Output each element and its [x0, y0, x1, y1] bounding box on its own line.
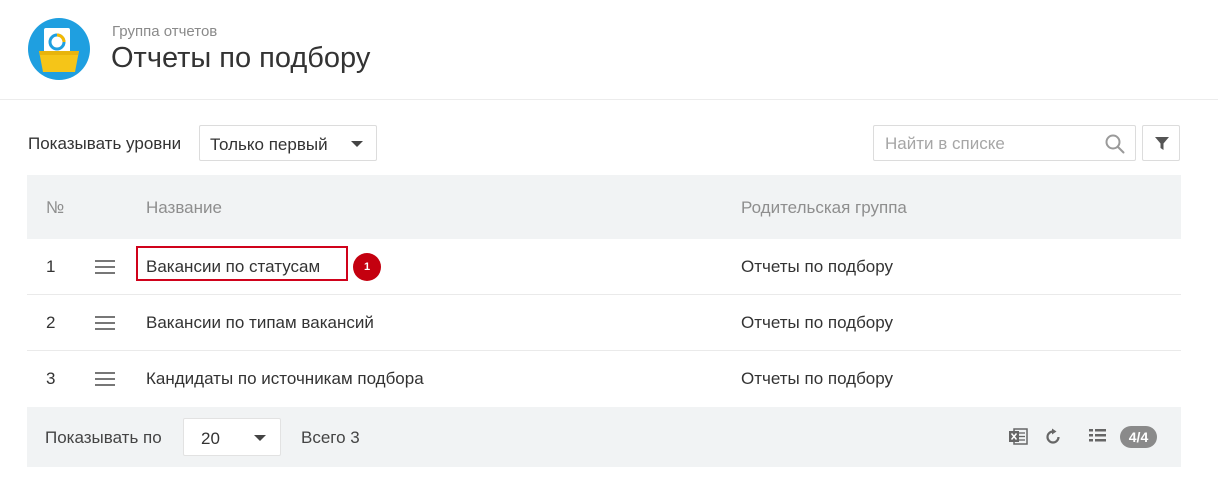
- search-input[interactable]: [885, 134, 1095, 154]
- filter-icon: [1155, 137, 1169, 150]
- row-parent-group: Отчеты по подбору: [741, 369, 894, 388]
- refresh-icon[interactable]: [1044, 428, 1062, 446]
- chevron-down-icon: [254, 435, 266, 441]
- per-page-dropdown[interactable]: 20: [183, 418, 281, 456]
- row-parent-group: Отчеты по подбору: [741, 313, 894, 332]
- per-page-label: Показывать по: [45, 428, 162, 447]
- reports-table: № Название Родительская группа 1 Ваканси…: [27, 175, 1181, 406]
- report-name-link[interactable]: Кандидаты по источникам подбора: [146, 369, 424, 389]
- table-row[interactable]: 1 Вакансии по статусам 1 Отчеты по подбо…: [27, 239, 1181, 295]
- group-label: Группа отчетов: [112, 23, 218, 40]
- levels-dropdown[interactable]: Только первый: [199, 125, 377, 161]
- menu-icon[interactable]: [95, 316, 115, 334]
- levels-label: Показывать уровни: [28, 134, 182, 153]
- row-number: 1: [46, 257, 56, 276]
- search-icon[interactable]: [1105, 134, 1125, 154]
- header-divider: [0, 99, 1218, 100]
- step-badge: 1: [353, 253, 381, 281]
- excel-export-icon[interactable]: [1009, 428, 1028, 445]
- folder-report-icon: [28, 18, 90, 80]
- levels-dropdown-value: Только первый: [210, 135, 328, 154]
- menu-icon[interactable]: [95, 372, 115, 390]
- columns-list-icon[interactable]: [1089, 428, 1106, 443]
- per-page-value: 20: [201, 429, 220, 448]
- column-header-parent[interactable]: Родительская группа: [741, 198, 907, 218]
- filter-button[interactable]: [1142, 125, 1180, 161]
- row-parent-group: Отчеты по подбору: [741, 257, 894, 276]
- row-number: 2: [46, 313, 56, 332]
- report-name-link[interactable]: Вакансии по типам вакансий: [146, 313, 374, 333]
- count-badge: 4/4: [1120, 426, 1157, 448]
- table-row[interactable]: 3 Кандидаты по источникам подбора Отчеты…: [27, 351, 1181, 406]
- table-row[interactable]: 2 Вакансии по типам вакансий Отчеты по п…: [27, 295, 1181, 351]
- report-name-link[interactable]: Вакансии по статусам: [146, 257, 320, 277]
- report-group-page: Группа отчетов Отчеты по подбору Показыв…: [0, 0, 1218, 501]
- search-field[interactable]: [873, 125, 1136, 161]
- column-header-name[interactable]: Название: [146, 198, 222, 218]
- table-header: № Название Родительская группа: [27, 175, 1181, 239]
- column-header-number[interactable]: №: [46, 198, 64, 218]
- table-footer: Показывать по 20 Всего 3 4/4: [27, 407, 1181, 467]
- chevron-down-icon: [351, 141, 363, 147]
- total-count: Всего 3: [301, 428, 360, 447]
- menu-icon[interactable]: [95, 260, 115, 278]
- row-number: 3: [46, 369, 56, 388]
- page-title: Отчеты по подбору: [111, 42, 371, 74]
